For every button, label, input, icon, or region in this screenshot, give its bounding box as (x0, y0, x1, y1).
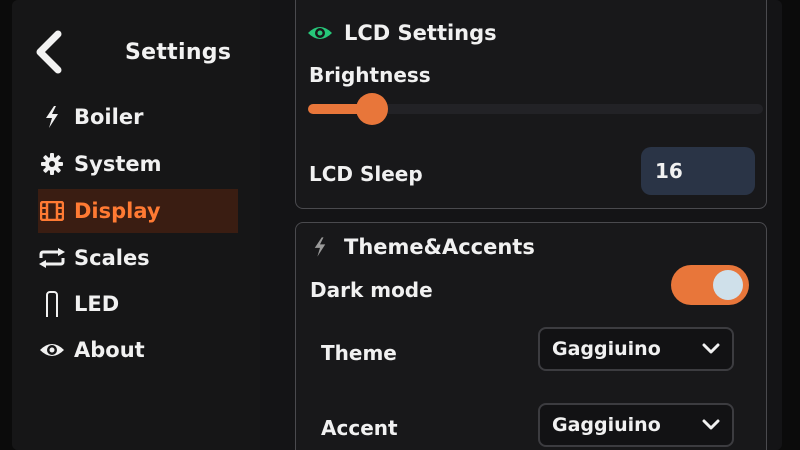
film-icon (38, 199, 66, 223)
led-icon (38, 291, 66, 317)
sidebar-item-label: Display (74, 199, 161, 223)
sidebar-title: Settings (125, 40, 232, 65)
lcd-sleep-input[interactable]: 16 (641, 147, 755, 195)
settings-content: LCD Settings Brightness LCD Sleep 16 The… (260, 0, 782, 450)
sidebar-item-label: LED (74, 292, 120, 316)
lcd-settings-header: LCD Settings (306, 21, 497, 45)
theme-accents-title: Theme&Accents (344, 235, 535, 259)
gear-icon (38, 152, 66, 176)
device-screen: Settings Boiler System Display Scales LE… (12, 0, 782, 450)
eye-icon (306, 21, 334, 45)
sidebar-item-label: About (74, 338, 145, 362)
sidebar-item-display[interactable]: Display (38, 189, 238, 233)
theme-accents-card: Theme&Accents Dark mode Theme Gaggiuino … (295, 222, 767, 450)
chevron-left-icon (36, 30, 62, 74)
sidebar-item-about[interactable]: About (38, 328, 238, 372)
accent-label: Accent (321, 416, 398, 440)
bolt-icon (38, 105, 66, 129)
dark-mode-toggle[interactable] (671, 265, 749, 305)
lcd-settings-title: LCD Settings (344, 21, 497, 45)
dark-mode-label: Dark mode (310, 278, 433, 302)
brightness-slider-knob[interactable] (356, 93, 389, 125)
theme-label: Theme (321, 341, 397, 365)
theme-select[interactable]: Gaggiuino (538, 327, 734, 371)
sidebar-item-scales[interactable]: Scales (38, 236, 238, 280)
back-button[interactable] (30, 28, 70, 76)
sidebar: Settings Boiler System Display Scales LE… (12, 0, 260, 450)
toggle-knob (713, 270, 743, 300)
accent-select[interactable]: Gaggiuino (538, 403, 734, 447)
sidebar-item-led[interactable]: LED (38, 282, 238, 326)
sidebar-item-label: Boiler (74, 105, 144, 129)
eye-icon (38, 338, 66, 362)
theme-select-value: Gaggiuino (552, 338, 661, 360)
brightness-label: Brightness (309, 63, 431, 87)
sidebar-item-boiler[interactable]: Boiler (38, 95, 238, 139)
lcd-settings-card: LCD Settings Brightness LCD Sleep 16 (295, 0, 767, 209)
repeat-icon (38, 246, 66, 270)
sidebar-item-label: Scales (74, 246, 150, 270)
brightness-slider[interactable] (308, 93, 763, 125)
chevron-down-icon (702, 342, 720, 356)
lcd-sleep-label: LCD Sleep (309, 162, 423, 186)
accent-select-value: Gaggiuino (552, 414, 661, 436)
sidebar-item-label: System (74, 152, 162, 176)
sidebar-item-system[interactable]: System (38, 142, 238, 186)
bolt-icon (306, 235, 334, 259)
theme-accents-header: Theme&Accents (306, 235, 535, 259)
chevron-down-icon (702, 418, 720, 432)
